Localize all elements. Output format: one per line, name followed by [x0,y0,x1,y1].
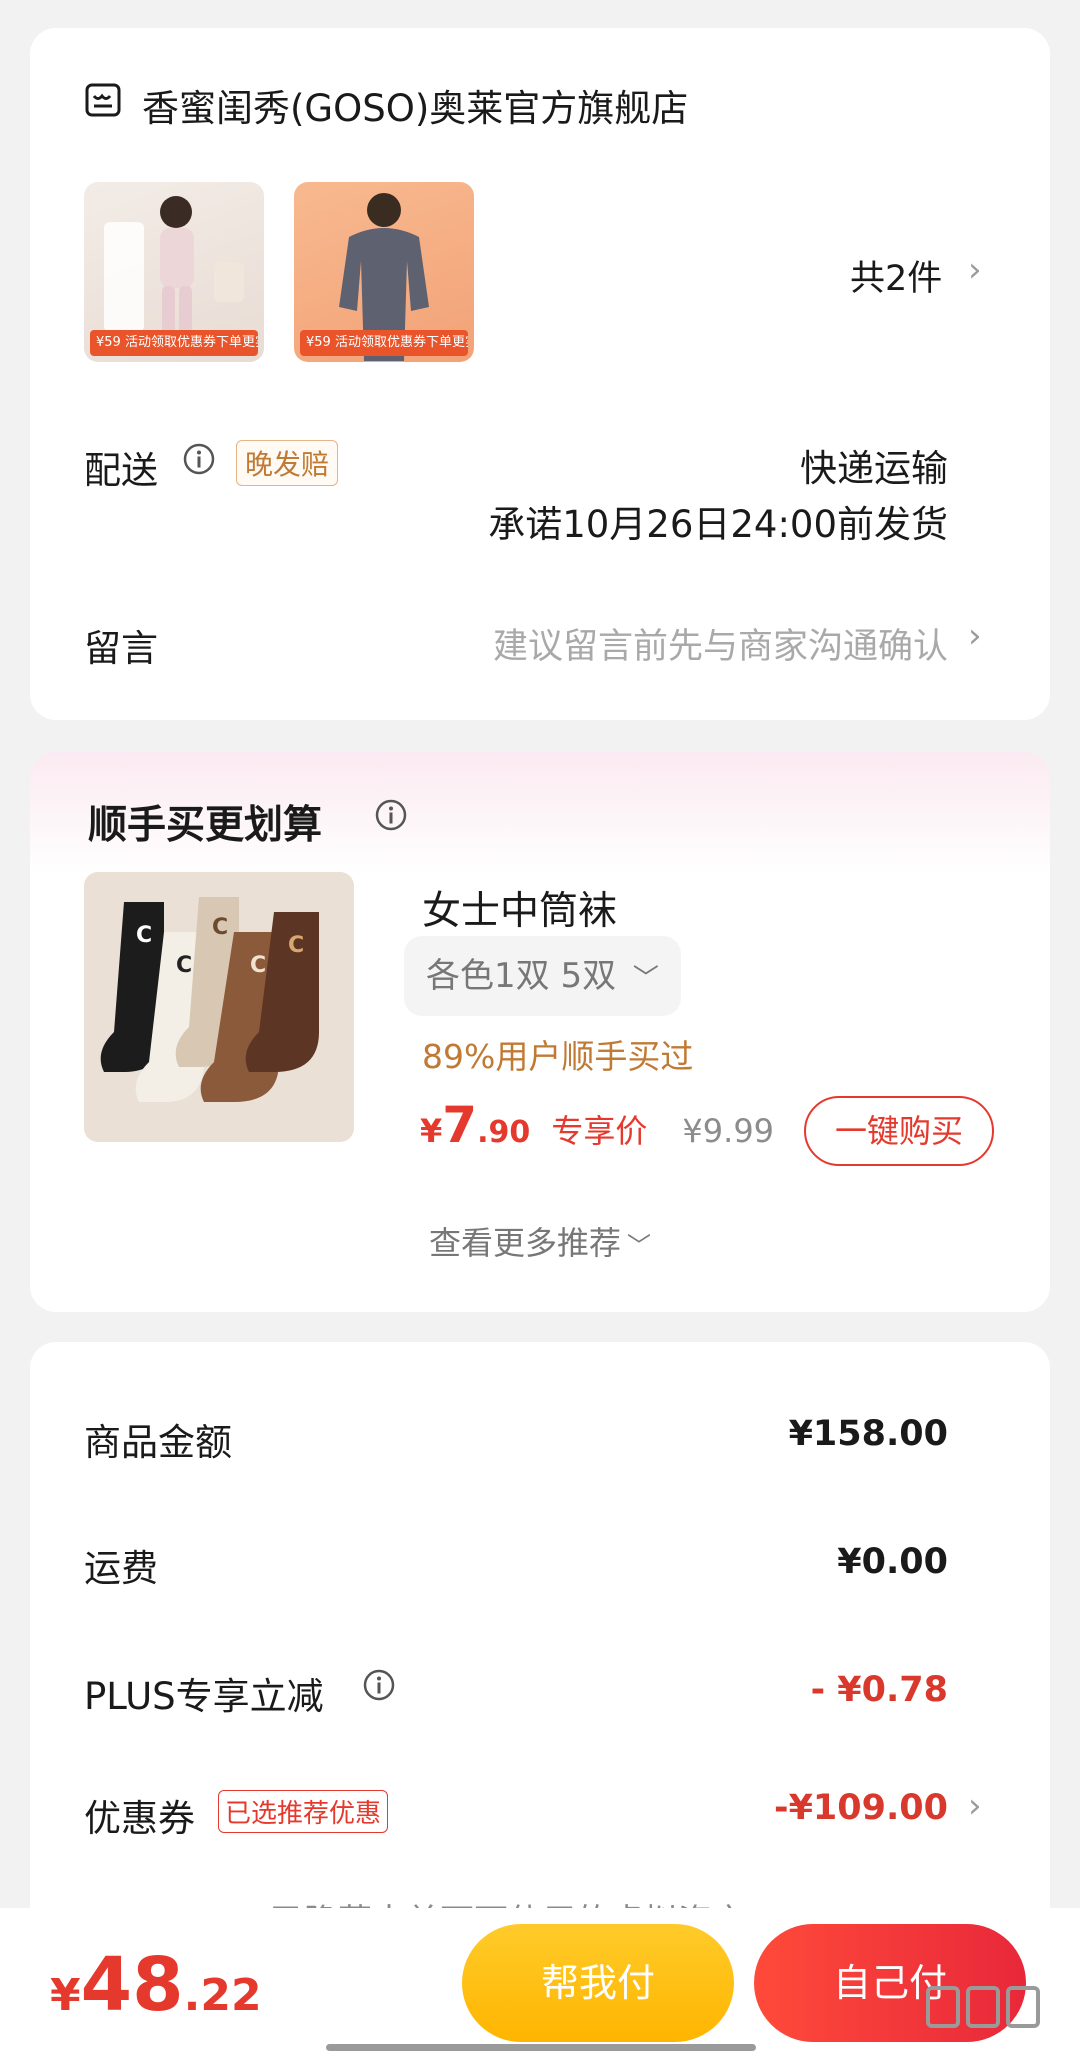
addon-product-name[interactable]: 女士中筒袜 [422,880,617,936]
chevron-right-icon[interactable]: › [968,250,982,290]
goods-amount-label: 商品金额 [84,1421,232,1464]
help-me-pay-button[interactable]: 帮我付 [462,1924,734,2042]
info-icon[interactable] [182,442,216,476]
svg-text:C: C [250,953,266,978]
shipping-fee-label: 运费 [84,1547,158,1590]
coupon-label: 优惠券 [84,1797,195,1840]
total-price: ¥48.22 [50,1942,262,2028]
delivery-method: 快递运输 [800,447,948,490]
product-thumbnail[interactable]: ¥59 活动领取优惠券下单更实惠 [294,182,474,362]
chevron-down-icon: ﹀ [632,964,659,994]
info-icon[interactable] [362,1668,396,1702]
addon-title: 顺手买更划算 [88,803,323,848]
info-icon[interactable] [374,798,408,832]
watermark-logo [926,1986,1040,2028]
variant-selector[interactable]: 各色1双 5双 ﹀ [404,936,681,1016]
order-card: 香蜜闺秀(GOSO)奥莱官方旗舰店 ¥59 活动领取优惠券下单更实惠 ¥59 活… [30,28,1050,720]
svg-text:C: C [212,915,228,940]
svg-text:C: C [288,933,304,958]
svg-text:C: C [136,923,152,948]
addon-product-image[interactable]: C C C C C [84,872,354,1142]
message-input[interactable]: 建议留言前先与商家沟通确认 [493,618,948,669]
product-thumbnail[interactable]: ¥59 活动领取优惠券下单更实惠 [84,182,264,362]
variant-text: 各色1双 5双 [426,956,617,996]
goods-amount-value: ¥158.00 [788,1414,948,1454]
chevron-right-icon[interactable]: › [968,1786,982,1826]
chevron-down-icon: ﹀ [627,1232,651,1260]
addon-price: ¥7.90 专享价 ¥9.99 [420,1096,775,1154]
plus-discount-value: - ¥0.78 [810,1670,948,1710]
social-proof: 89%用户顺手买过 [422,1037,694,1076]
home-indicator [326,2044,756,2051]
store-icon [84,82,122,122]
coupon-value[interactable]: -¥109.00 [774,1788,948,1828]
late-compensation-badge: 晚发赔 [236,440,339,486]
item-count[interactable]: 共2件 [850,250,942,301]
watermark [914,1984,1054,2034]
original-price: ¥9.99 [682,1112,775,1150]
plus-discount-label: PLUS专享立减 [84,1675,324,1718]
checkout-bar: ¥48.22 帮我付 自己付 [0,1908,1080,2057]
one-click-buy-button[interactable]: 一键购买 [804,1096,994,1166]
message-label: 留言 [84,627,158,670]
price-summary-card: 商品金额 ¥158.00 运费 ¥0.00 PLUS专享立减 - ¥0.78 优… [30,1342,1050,1982]
delivery-promise: 承诺10月26日24:00前发货 [488,503,948,546]
see-more-recommendations[interactable]: 查看更多推荐 ﹀ [30,1218,1050,1264]
socks-image: C C C C C [84,872,354,1142]
shipping-fee-value: ¥0.00 [837,1542,948,1582]
delivery-label: 配送 [84,449,158,492]
addon-card: 顺手买更划算 C C C C C 女士中筒袜 各色1双 5双 ﹀ 89%用户顺手… [30,752,1050,1312]
svg-text:C: C [176,953,192,978]
coupon-recommended-badge: 已选推荐优惠 [218,1790,389,1833]
chevron-right-icon[interactable]: › [968,616,982,656]
store-name[interactable]: 香蜜闺秀(GOSO)奥莱官方旗舰店 [142,78,688,132]
